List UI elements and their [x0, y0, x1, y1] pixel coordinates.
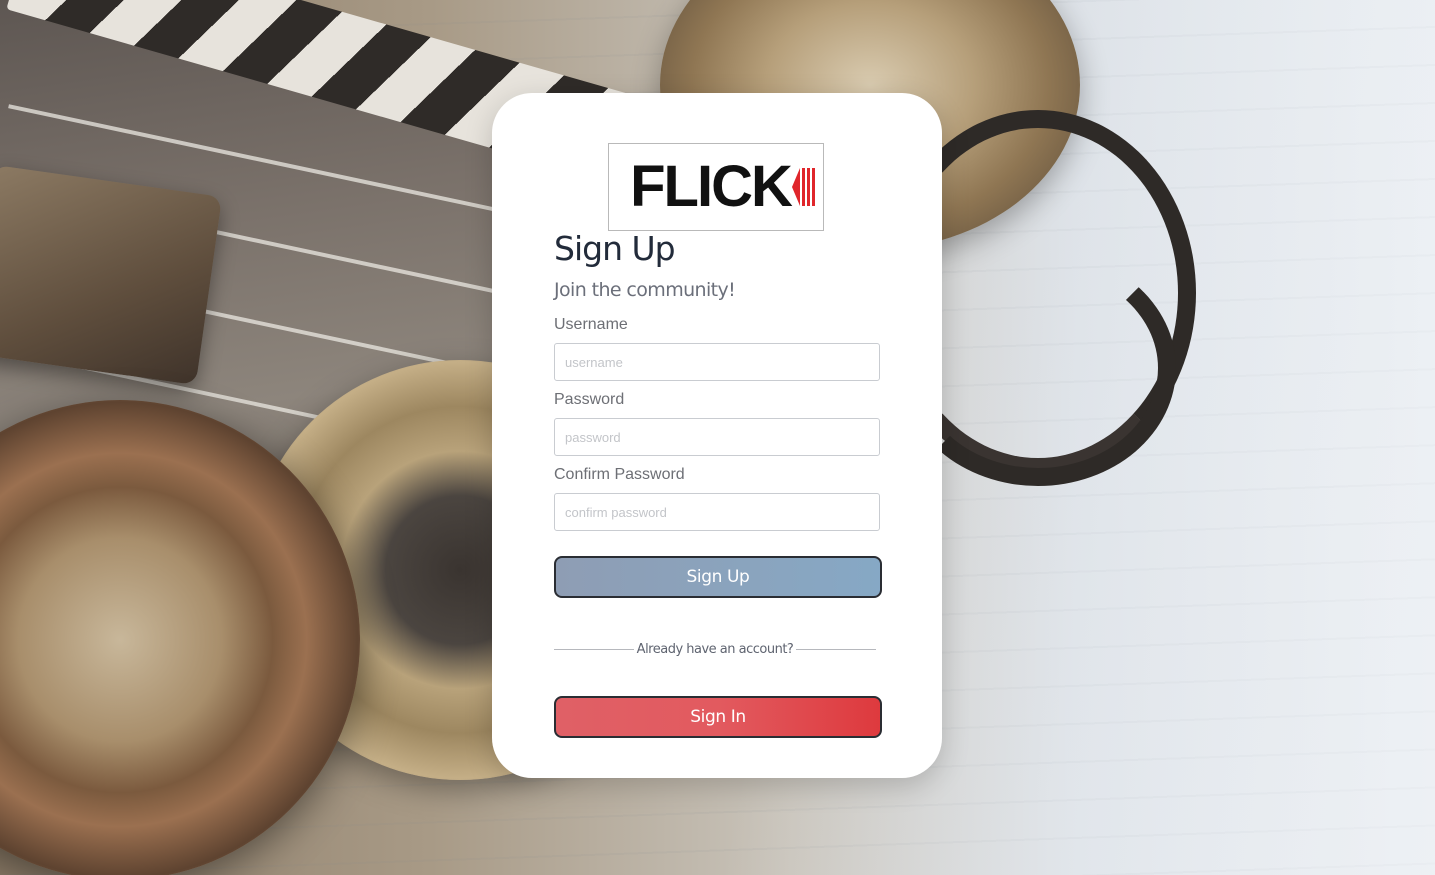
divider-line-right — [796, 648, 877, 650]
signin-button[interactable]: Sign In — [554, 696, 882, 738]
divider-text: Already have an account? — [636, 641, 794, 657]
divider-line-left — [554, 648, 634, 650]
signup-button[interactable]: Sign Up — [554, 556, 882, 598]
camera-graphic — [0, 164, 223, 386]
brand-logo: FLICK — [608, 143, 824, 231]
page-title: Sign Up — [554, 229, 676, 268]
confirm-password-label: Confirm Password — [554, 466, 685, 483]
logo-wordmark: FLICK — [630, 154, 793, 219]
page-subtitle: Join the community! — [554, 279, 736, 301]
password-label: Password — [554, 391, 625, 408]
account-divider: Already have an account? — [554, 639, 877, 659]
logo-chevron-icon — [791, 164, 816, 210]
username-label: Username — [554, 316, 628, 333]
confirm-password-input[interactable] — [554, 493, 880, 531]
password-input[interactable] — [554, 418, 880, 456]
signup-card: FLICK Sign Up Join the community! Userna… — [492, 93, 942, 778]
username-input[interactable] — [554, 343, 880, 381]
